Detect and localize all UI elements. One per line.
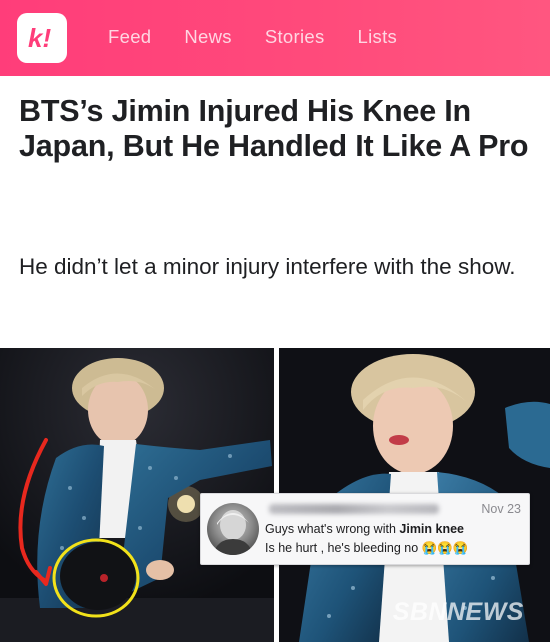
nav-lists[interactable]: Lists xyxy=(358,25,398,49)
nav-news[interactable]: News xyxy=(184,25,231,49)
article-title: BTS’s Jimin Injured His Knee In Japan, B… xyxy=(19,94,529,163)
comment-text-prefix: Guys what's wrong with xyxy=(265,522,400,536)
svg-text:k!: k! xyxy=(28,23,51,53)
wound-mark xyxy=(100,574,108,582)
logo-k-icon: k! xyxy=(28,23,51,53)
top-nav-bar: k! Feed News Stories Lists xyxy=(0,0,550,76)
sbnnews-watermark: SBNNEWS xyxy=(392,598,524,626)
koreaboo-logo[interactable]: k! xyxy=(17,13,67,63)
main-nav: Feed News Stories Lists xyxy=(108,25,430,49)
nav-feed[interactable]: Feed xyxy=(108,25,151,49)
blurred-username xyxy=(269,504,439,514)
comment-line-2: Is he hurt , he's bleeding no 😭😭😭 xyxy=(265,541,469,555)
tweet-comment-card: Nov 23 Guys what's wrong with Jimin knee… xyxy=(200,493,530,565)
comment-line-1: Guys what's wrong with Jimin knee xyxy=(265,522,464,536)
comment-text-bold: Jimin knee xyxy=(399,522,465,536)
comment-avatar xyxy=(207,503,259,555)
article-subtitle: He didn’t let a minor injury interfere w… xyxy=(19,254,516,279)
comment-date: Nov 23 xyxy=(481,502,521,516)
nav-stories[interactable]: Stories xyxy=(265,25,325,49)
